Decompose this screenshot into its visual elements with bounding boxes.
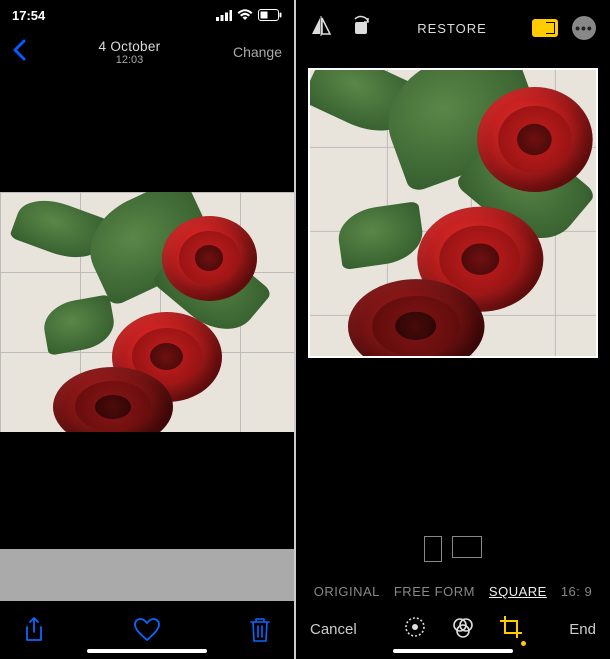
crop-icon[interactable] <box>499 615 523 643</box>
photo-image <box>0 192 294 432</box>
home-indicator[interactable] <box>393 649 513 653</box>
rotate-icon[interactable] <box>350 15 372 42</box>
photo-view-screen: 17:54 4 October 12:03 Change <box>0 0 296 659</box>
crop-frame[interactable] <box>308 68 598 358</box>
share-icon[interactable] <box>20 616 48 644</box>
status-time: 17:54 <box>12 8 45 23</box>
back-chevron-icon[interactable] <box>12 37 26 68</box>
aspect-ratio-row: ORIGINAL FREE FORM SQUARE 16: 9 <box>296 584 610 599</box>
photo-top-nav: 4 October 12:03 Change <box>0 30 294 74</box>
cancel-button[interactable]: Cancel <box>310 621 357 638</box>
crop-viewport[interactable] <box>296 56 610 370</box>
photo-date: 4 October <box>98 39 160 54</box>
status-indicators <box>216 9 282 21</box>
thumbnail-strip[interactable] <box>0 549 294 601</box>
trash-icon[interactable] <box>246 616 274 644</box>
landscape-orientation[interactable] <box>452 536 482 558</box>
heart-icon[interactable] <box>133 616 161 644</box>
battery-icon <box>258 9 282 21</box>
photo-title: 4 October 12:03 <box>98 39 160 66</box>
restore-button[interactable]: RESTORE <box>417 21 487 36</box>
aspect-preset-button[interactable] <box>532 19 558 37</box>
done-button[interactable]: End <box>569 621 596 638</box>
edit-button[interactable]: Change <box>233 44 282 60</box>
orientation-toggle <box>296 536 610 562</box>
aspect-square[interactable]: SQUARE <box>489 584 547 599</box>
aspect-freeform[interactable]: FREE FORM <box>394 584 475 599</box>
wifi-icon <box>237 9 253 21</box>
aspect-original[interactable]: ORIGINAL <box>314 584 380 599</box>
signal-icon <box>216 10 232 21</box>
adjust-icon[interactable] <box>403 615 427 643</box>
home-indicator[interactable] <box>87 649 207 653</box>
portrait-orientation[interactable] <box>424 536 442 562</box>
crop-edit-screen: RESTORE ••• ORIGINAL FREE FORM SQU <box>296 0 610 659</box>
status-bar: 17:54 <box>0 0 294 30</box>
edit-top-bar: RESTORE ••• <box>296 0 610 56</box>
flip-icon[interactable] <box>310 16 332 41</box>
photo-viewport[interactable] <box>0 74 294 549</box>
more-icon[interactable]: ••• <box>572 16 596 40</box>
filters-icon[interactable] <box>451 615 475 643</box>
photo-time: 12:03 <box>98 54 160 66</box>
aspect-16-9[interactable]: 16: 9 <box>561 584 592 599</box>
